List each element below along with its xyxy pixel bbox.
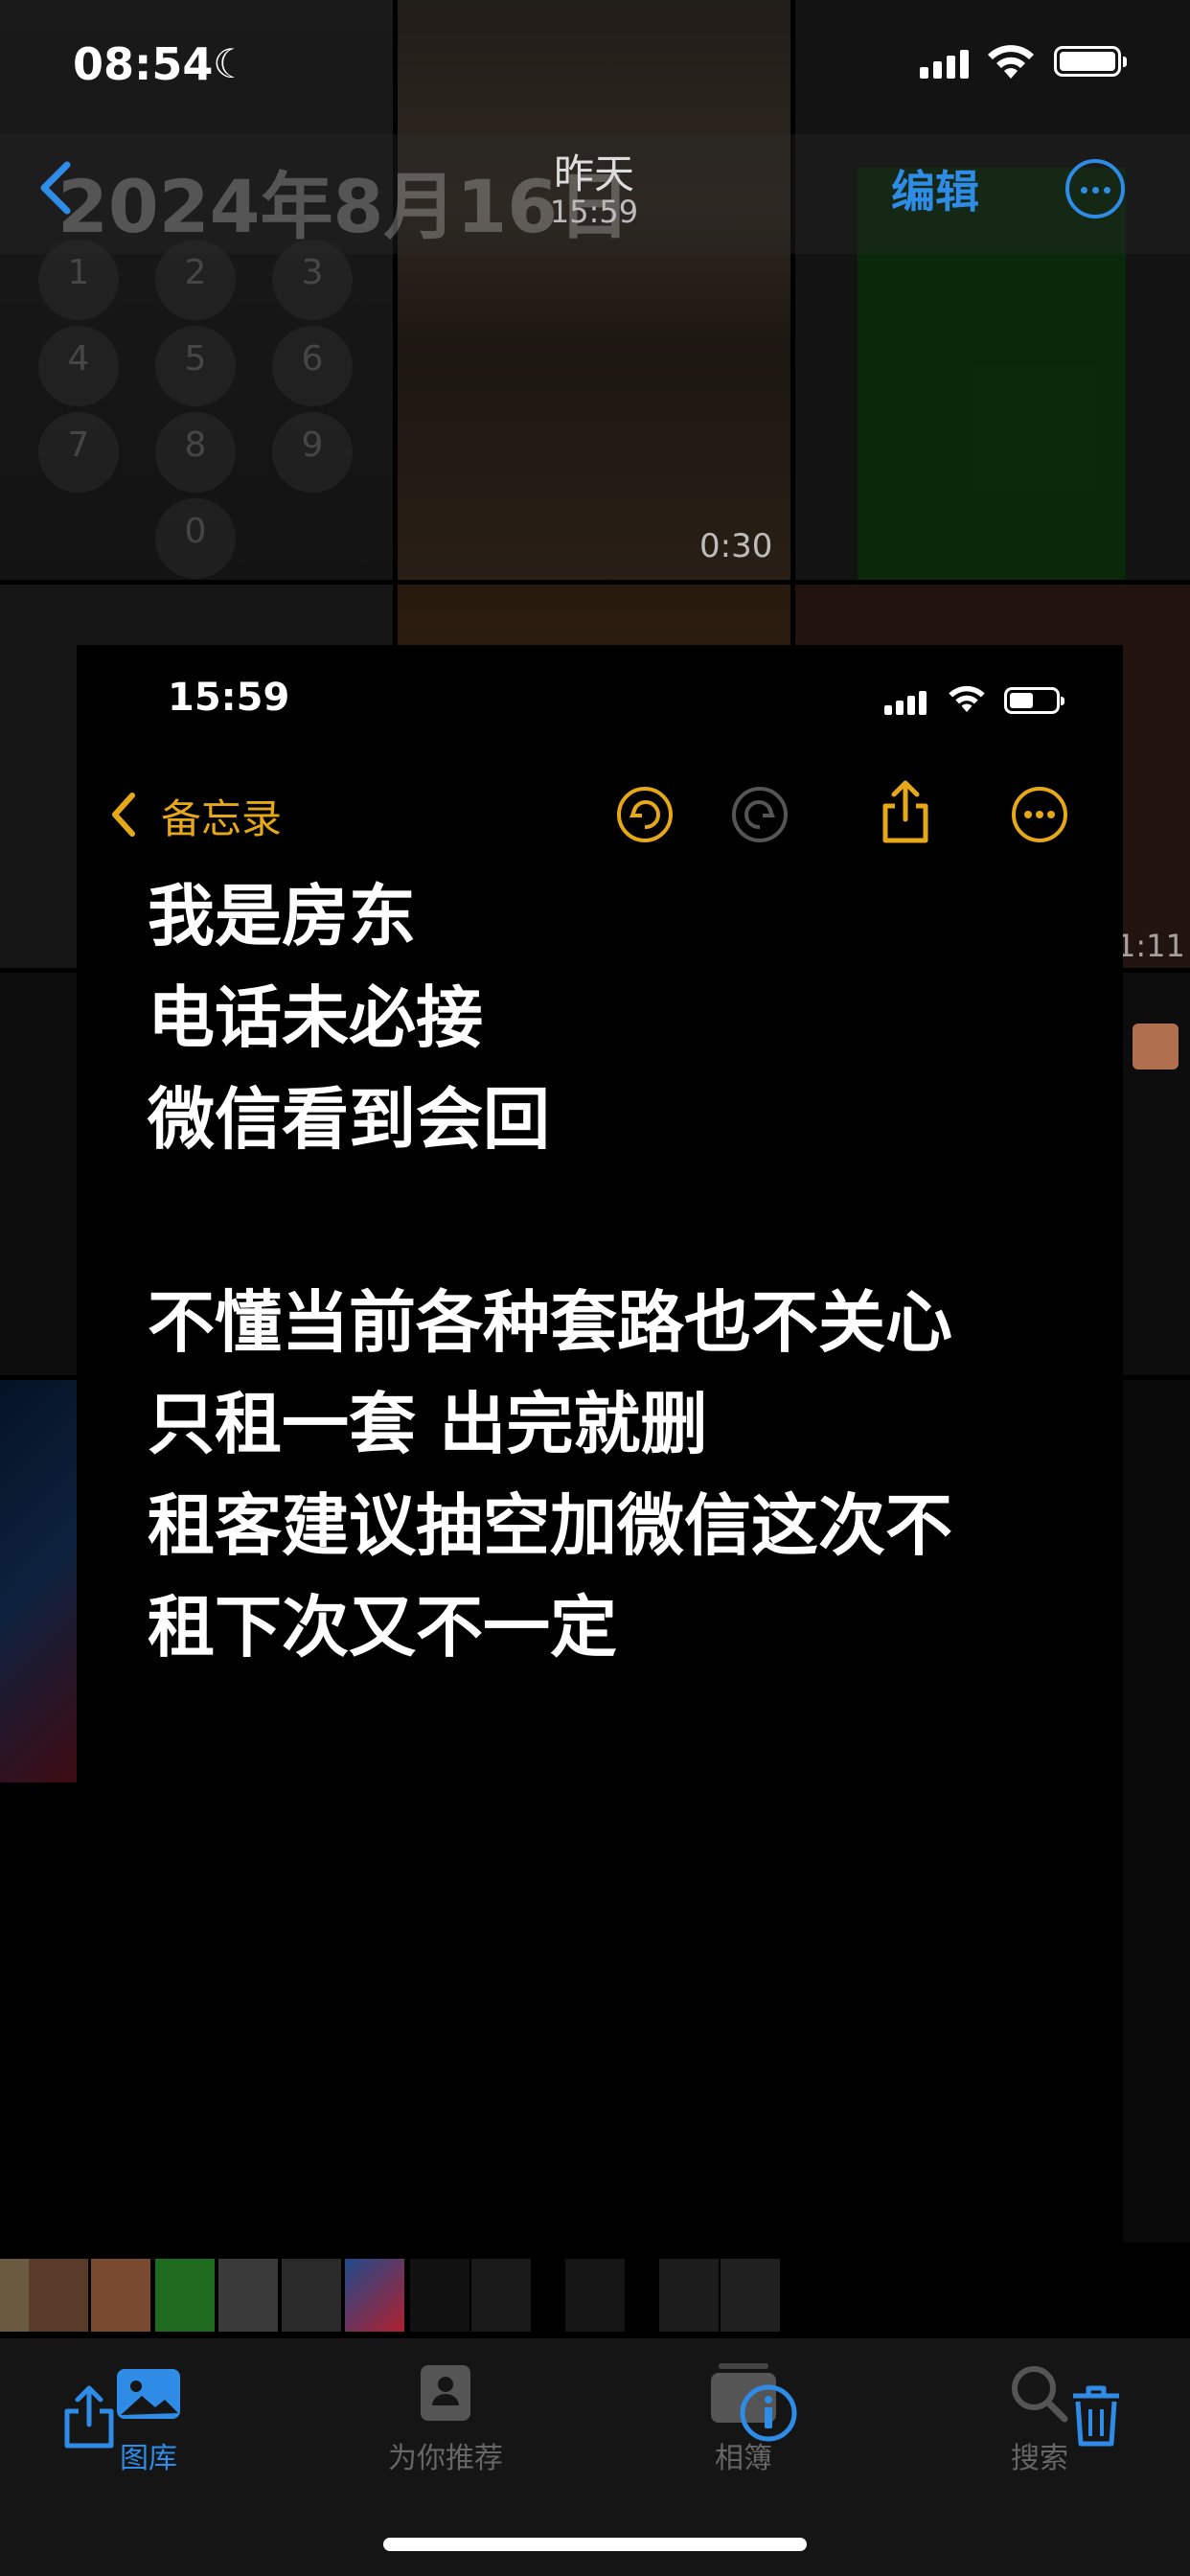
home-indicator[interactable]: [383, 2538, 807, 2551]
photos-icon: [117, 2369, 180, 2419]
strip-thumbnail[interactable]: [282, 2259, 341, 2332]
strip-thumbnail[interactable]: [155, 2259, 215, 2332]
status-bar: 08:54 ☾: [0, 0, 1190, 134]
undo-icon: [617, 787, 673, 842]
strip-thumbnail[interactable]: [410, 2259, 469, 2332]
strip-thumbnail[interactable]: [91, 2259, 150, 2332]
cellular-signal-icon: [884, 691, 930, 715]
note-line: 不懂当前各种套路也不关心: [148, 1283, 952, 1362]
edit-button[interactable]: 编辑: [891, 157, 979, 220]
strip-thumbnail[interactable]: [659, 2259, 719, 2332]
wifi-icon: [949, 685, 985, 712]
avatar: [1133, 1024, 1179, 1070]
tab-label: 为你推荐: [388, 2442, 503, 2475]
chevron-left-icon: [112, 793, 135, 837]
battery-icon: [1004, 687, 1064, 714]
for-you-icon: [421, 2365, 470, 2421]
video-duration: 0:30: [699, 527, 773, 565]
status-time: 08:54: [73, 38, 214, 90]
thumbnail-strip[interactable]: [0, 2259, 1190, 2332]
notes-back-label: 备忘录: [161, 795, 283, 842]
note-line: 我是房东: [148, 877, 416, 955]
redo-icon: [732, 787, 788, 842]
screenshot-status-bar: 15:59: [77, 645, 1123, 741]
info-icon[interactable]: [738, 2382, 799, 2444]
note-line: 租客建议抽空加微信这次不: [148, 1486, 952, 1565]
note-line: 租下次又不一定: [148, 1588, 617, 1667]
notes-toolbar: 备忘录: [77, 760, 1123, 856]
strip-thumbnail[interactable]: [29, 2259, 88, 2332]
strip-thumbnail[interactable]: [218, 2259, 278, 2332]
more-options-icon[interactable]: [1065, 159, 1125, 218]
strip-thumbnail[interactable]: [345, 2259, 404, 2332]
note-line: 电话未必接: [148, 978, 483, 1057]
note-body: 我是房东 电话未必接 微信看到会回 不懂当前各种套路也不关心 只租一套 出完就删…: [148, 865, 1067, 1678]
video-duration: 1:11: [1116, 928, 1185, 964]
time-label: 15:59: [549, 194, 639, 230]
trash-icon[interactable]: [1069, 2382, 1123, 2448]
strip-thumbnail[interactable]: [471, 2259, 531, 2332]
strip-thumbnail[interactable]: [721, 2259, 780, 2332]
moon-icon: ☾: [213, 40, 249, 87]
strip-thumbnail[interactable]: [565, 2259, 625, 2332]
wifi-icon: [988, 45, 1034, 79]
battery-icon: [1054, 46, 1127, 77]
share-icon[interactable]: [61, 2384, 117, 2450]
screenshot-image: 15:59 备忘录 我是房东 电话未必接 微信看到会回 不懂当前各种套路也不关心…: [77, 645, 1123, 2255]
photo-viewer-header: 2024年8月16日 昨天 15:59 编辑: [0, 134, 1190, 254]
share-icon: [882, 780, 928, 843]
screenshot-status-time: 15:59: [168, 676, 290, 720]
date-label: 昨天: [553, 150, 634, 197]
cellular-signal-icon: [920, 50, 973, 79]
note-line: 只租一套 出完就删: [148, 1385, 708, 1463]
note-line: 微信看到会回: [148, 1080, 550, 1159]
note-line: [148, 1170, 1067, 1272]
search-icon: [1012, 2366, 1068, 2423]
more-icon: [1012, 787, 1067, 842]
